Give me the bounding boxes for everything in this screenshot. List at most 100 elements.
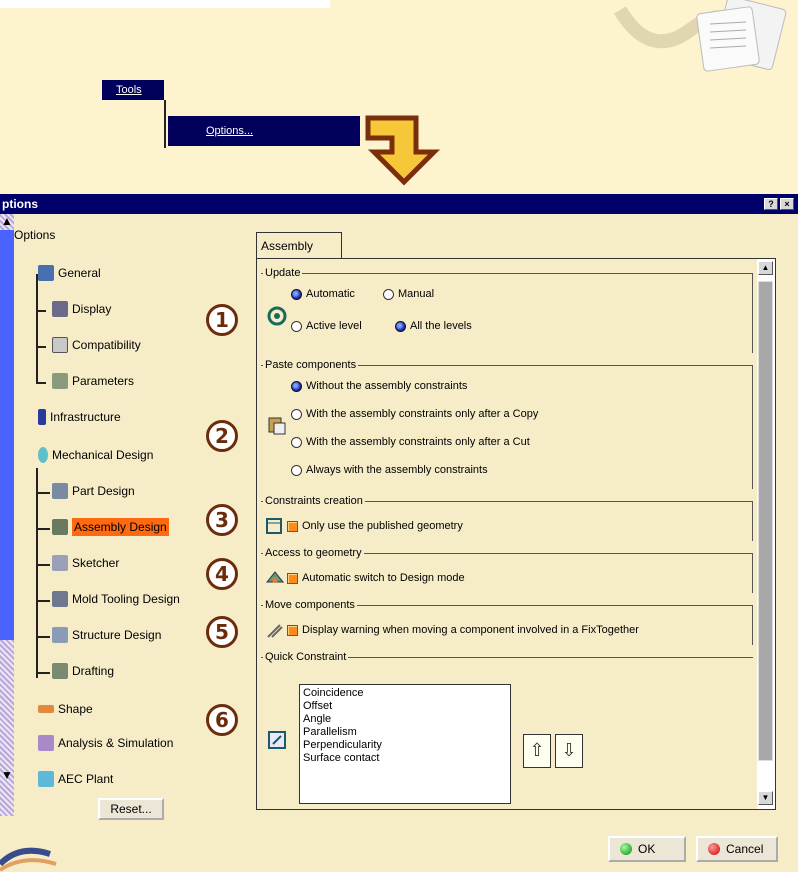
tree-item-display[interactable]: Display xyxy=(52,300,111,318)
paste-without-radio[interactable]: Without the assembly constraints xyxy=(291,378,467,394)
tree-scroll-track xyxy=(0,230,14,640)
tree-item-assembly-design[interactable]: Assembly Design xyxy=(52,518,169,536)
paste-without-label: Without the assembly constraints xyxy=(306,380,468,392)
assembly-design-icon xyxy=(52,519,68,535)
tree-item-analysis-simulation[interactable]: Analysis & Simulation xyxy=(38,734,173,752)
list-item[interactable]: Angle xyxy=(303,713,507,726)
radio-selected-icon xyxy=(395,320,406,332)
paste-after-cut-radio[interactable]: With the assembly constraints only after… xyxy=(291,434,530,450)
options-menu-item[interactable]: Options... xyxy=(168,116,360,146)
tools-menu[interactable]: Tools xyxy=(102,80,164,100)
dialog-title: ptions xyxy=(2,197,38,211)
automatic-label: Automatic xyxy=(306,288,355,300)
quick-constraint-list[interactable]: Coincidence Offset Angle Parallelism Per… xyxy=(299,684,511,804)
constraints-icon xyxy=(266,518,282,534)
access-group: Access to geometry Automatic switch to D… xyxy=(261,545,753,593)
cancel-label: Cancel xyxy=(726,842,764,856)
access-title: Access to geometry xyxy=(263,545,364,561)
list-item[interactable]: Parallelism xyxy=(303,726,507,739)
tree-item-sketcher[interactable]: Sketcher xyxy=(52,554,119,572)
manual-radio[interactable]: Manual xyxy=(383,286,434,302)
paste-always-radio[interactable]: Always with the assembly constraints xyxy=(291,462,488,478)
tree-line xyxy=(36,600,50,602)
ok-button[interactable]: OK xyxy=(608,836,686,862)
tree-item-shape[interactable]: Shape xyxy=(38,700,93,718)
panel-scroll-up-icon[interactable]: ▲ xyxy=(758,261,773,275)
tree-item-label: Structure Design xyxy=(72,628,162,642)
help-icon[interactable]: ? xyxy=(764,198,778,210)
automatic-radio[interactable]: Automatic xyxy=(291,286,355,302)
scroll-up-icon[interactable]: ▲ xyxy=(0,214,14,228)
tree-item-mechanical-design[interactable]: Mechanical Design xyxy=(38,446,153,464)
tree-item-parameters[interactable]: Parameters xyxy=(52,372,134,390)
tree-line xyxy=(36,346,46,348)
documents-decoration-icon xyxy=(613,0,787,72)
tab-assembly[interactable]: Assembly xyxy=(256,232,342,258)
tree-line xyxy=(36,310,46,312)
display-icon xyxy=(52,301,68,317)
close-icon[interactable]: × xyxy=(780,198,794,210)
cancel-button[interactable]: Cancel xyxy=(696,836,778,862)
cancel-icon xyxy=(708,843,720,855)
tree-item-infrastructure[interactable]: Infrastructure xyxy=(38,408,121,426)
infrastructure-icon xyxy=(38,409,46,425)
scroll-down-icon[interactable]: ▼ xyxy=(0,768,14,782)
tree-item-label: AEC Plant xyxy=(58,772,114,786)
list-item[interactable]: Perpendicularity xyxy=(303,739,507,752)
all-levels-label: All the levels xyxy=(410,320,472,332)
callout-4: 4 xyxy=(206,558,238,590)
update-group: Update Automatic Manual Active level All… xyxy=(261,265,753,353)
fixtogether-warning-label: Display warning when moving a component … xyxy=(302,624,639,636)
tree-item-label: Part Design xyxy=(72,484,135,498)
tree-item-aec-plant[interactable]: AEC Plant xyxy=(38,770,113,788)
tree-line xyxy=(36,564,50,566)
move-down-icon[interactable]: ⇩ xyxy=(555,734,583,768)
panel-scroll-down-icon[interactable]: ▼ xyxy=(758,791,773,805)
tree-item-label: General xyxy=(58,266,101,280)
quick-constraint-title: Quick Constraint xyxy=(263,649,349,665)
tree-item-label: Display xyxy=(72,302,112,316)
checkbox-icon xyxy=(287,572,298,584)
panel-scrollbar[interactable]: ▲ ▼ xyxy=(757,259,775,809)
manual-label: Manual xyxy=(398,288,435,300)
active-level-label: Active level xyxy=(306,320,362,332)
quick-constraint-group: Quick Constraint Coincidence Offset Angl… xyxy=(261,649,753,809)
update-icon xyxy=(267,306,287,326)
tree-scrollbar[interactable]: ▲ ▼ xyxy=(0,214,14,816)
access-geometry-icon xyxy=(265,571,285,583)
tree-line xyxy=(36,672,50,674)
background-strip xyxy=(0,0,330,8)
panel-scroll-thumb[interactable] xyxy=(758,281,773,761)
tree-item-options[interactable]: Options xyxy=(14,226,55,244)
tree-item-label: Shape xyxy=(58,702,93,716)
assembly-panel: ▲ ▼ Update Automatic Manual Active level xyxy=(256,258,776,810)
tree-item-part-design[interactable]: Part Design xyxy=(52,482,135,500)
auto-design-mode-checkbox[interactable]: Automatic switch to Design mode xyxy=(287,570,465,586)
list-item[interactable]: Offset xyxy=(303,700,507,713)
analysis-icon xyxy=(38,735,54,751)
part-design-icon xyxy=(52,483,68,499)
active-level-radio[interactable]: Active level xyxy=(291,318,362,334)
move-up-icon[interactable]: ⇧ xyxy=(523,734,551,768)
tree-item-mold-tooling-design[interactable]: Mold Tooling Design xyxy=(52,590,180,608)
list-item[interactable]: Surface contact xyxy=(303,752,507,765)
ok-icon xyxy=(620,843,632,855)
tree-item-drafting[interactable]: Drafting xyxy=(52,662,114,680)
reset-button[interactable]: Reset... xyxy=(98,798,164,820)
all-levels-radio[interactable]: All the levels xyxy=(395,318,472,334)
tree-item-compatibility[interactable]: Compatibility xyxy=(52,336,141,354)
menu-connector xyxy=(164,100,166,148)
paste-after-copy-radio[interactable]: With the assembly constraints only after… xyxy=(291,406,538,422)
tree-line xyxy=(36,274,38,384)
radio-selected-icon xyxy=(291,288,302,300)
callout-6: 6 xyxy=(206,704,238,736)
published-geometry-checkbox[interactable]: Only use the published geometry xyxy=(287,518,463,534)
down-arrow-icon xyxy=(365,115,441,186)
general-icon xyxy=(38,265,54,281)
tree-item-general[interactable]: General xyxy=(38,264,101,282)
tree-item-label: Parameters xyxy=(72,374,135,388)
tree-item-structure-design[interactable]: Structure Design xyxy=(52,626,161,644)
radio-icon xyxy=(291,464,302,476)
fixtogether-warning-checkbox[interactable]: Display warning when moving a component … xyxy=(287,622,639,638)
list-item[interactable]: Coincidence xyxy=(303,687,507,700)
